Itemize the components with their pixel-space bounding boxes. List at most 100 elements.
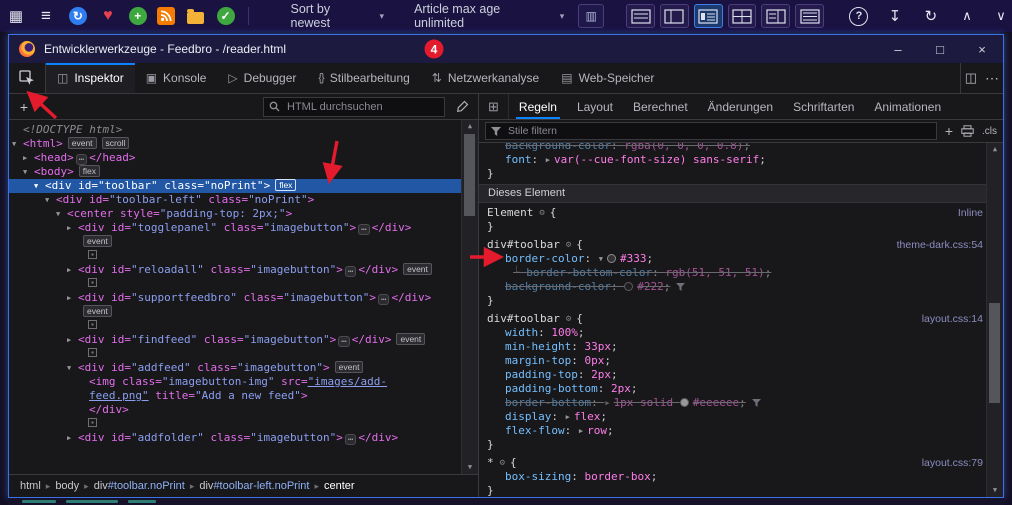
property-value[interactable]: 33px <box>584 340 611 353</box>
expand-toggle-icon[interactable]: ▼ <box>45 193 56 207</box>
property-name[interactable]: border-bottom-color <box>526 266 652 279</box>
node-marker-icon[interactable] <box>88 250 97 259</box>
view-layout-5-button[interactable] <box>761 4 790 28</box>
property-name[interactable]: font <box>505 153 532 166</box>
markup-scrollbar[interactable]: ▲ ▼ <box>461 120 478 474</box>
markup-badge[interactable]: event <box>68 137 97 149</box>
mark-all-read-button[interactable]: ✓ <box>217 7 235 25</box>
stylesheet-source-link[interactable]: Inline <box>958 206 983 220</box>
view-layout-4-button[interactable] <box>728 4 757 28</box>
property-name[interactable]: margin-top <box>505 354 571 367</box>
markup-row[interactable]: ▼<div id="addfeed" class="imagebutton">e… <box>9 361 462 375</box>
inline-ellipsis[interactable]: … <box>76 154 87 165</box>
tab-regeln[interactable]: Regeln <box>509 94 567 119</box>
breadcrumb-item-body[interactable]: body <box>51 480 83 492</box>
expand-toggle-icon[interactable]: ▼ <box>56 207 67 221</box>
scroll-to-bottom-button[interactable]: ↧ <box>884 5 906 27</box>
rule-selector[interactable]: div#toolbar <box>487 312 560 326</box>
computed-expander-icon[interactable]: ▶ <box>546 153 550 167</box>
selector-highlighter-icon[interactable]: ⚙ <box>539 206 544 220</box>
stylesheet-source-link[interactable]: theme-dark.css:54 <box>897 238 983 252</box>
reload-feeds-button[interactable]: ↻ <box>69 7 87 25</box>
property-value[interactable]: 0px <box>584 354 604 367</box>
breadcrumb-item-center[interactable]: center <box>320 480 359 492</box>
scroll-down-arrow[interactable]: ▼ <box>462 461 478 474</box>
css-property[interactable]: padding-top: 2px; <box>487 368 983 382</box>
tab-netzwerkanalyse[interactable]: ⇅Netzwerkanalyse <box>421 63 550 93</box>
expand-toggle-icon[interactable]: ▼ <box>23 165 34 179</box>
node-marker-icon[interactable] <box>88 348 97 357</box>
tab-web-speicher[interactable]: ▤Web-Speicher <box>550 63 665 93</box>
class-toggle-button[interactable]: .cls <box>982 126 997 137</box>
markup-badge[interactable]: flex <box>79 165 100 177</box>
property-name[interactable]: box-sizing <box>505 470 571 483</box>
property-name[interactable]: border-color <box>505 252 584 265</box>
inline-ellipsis[interactable]: … <box>378 294 389 305</box>
style-filter-box[interactable] <box>485 122 937 140</box>
inline-ellipsis[interactable]: … <box>338 336 349 347</box>
css-property[interactable]: border-color: ▼#333; <box>487 252 983 266</box>
scroll-up-arrow[interactable]: ▲ <box>462 120 478 133</box>
property-name[interactable]: padding-bottom <box>505 382 598 395</box>
property-value[interactable]: #222 <box>637 280 664 293</box>
selector-highlighter-icon[interactable]: ⚙ <box>500 456 505 470</box>
overridden-filter-icon[interactable] <box>676 283 685 291</box>
view-layout-2-button[interactable] <box>660 4 689 28</box>
markup-row[interactable]: </div> <box>9 403 462 417</box>
markup-row[interactable]: <!DOCTYPE html> <box>9 123 462 137</box>
expand-toggle-icon[interactable]: ▶ <box>67 431 78 445</box>
split-console-icon[interactable]: ◫ <box>965 70 977 86</box>
markup-row[interactable] <box>9 319 462 333</box>
tab-layout[interactable]: Layout <box>567 94 623 119</box>
markup-row[interactable]: ▼<body>flex <box>9 165 462 179</box>
view-layout-6-button[interactable] <box>795 4 824 28</box>
markup-row[interactable]: ▼<div id="toolbar-left" class="noPrint"> <box>9 193 462 207</box>
add-feed-button[interactable]: + <box>129 7 147 25</box>
stylesheet-source-link[interactable]: layout.css:14 <box>922 312 983 326</box>
expand-toggle-icon[interactable]: ▶ <box>67 291 78 305</box>
rule-selector[interactable]: div#toolbar <box>487 238 560 252</box>
node-marker-icon[interactable] <box>88 278 97 287</box>
markup-row[interactable]: event <box>9 235 462 249</box>
tab-berechnet[interactable]: Berechnet <box>623 94 698 119</box>
view-settings-button[interactable]: ▥ <box>578 4 604 28</box>
css-property[interactable]: padding-bottom: 2px; <box>487 382 983 396</box>
tab-stilbearbeitung[interactable]: {}Stilbearbeitung <box>307 63 420 93</box>
markup-badge[interactable]: scroll <box>102 137 130 149</box>
computed-expander-icon[interactable]: ▶ <box>605 396 609 410</box>
pick-element-button[interactable] <box>9 63 46 93</box>
color-swatch[interactable] <box>624 282 633 291</box>
css-property[interactable]: background-color: #222; <box>487 280 983 294</box>
property-value[interactable]: flex <box>574 410 601 423</box>
html-search-input[interactable] <box>285 100 439 114</box>
inline-ellipsis[interactable]: … <box>345 434 356 445</box>
view-layout-1-button[interactable] <box>626 4 655 28</box>
html-search-box[interactable] <box>263 97 445 117</box>
markup-row[interactable] <box>9 277 462 291</box>
eyedropper-button[interactable] <box>451 100 473 113</box>
help-button[interactable]: ? <box>848 5 870 27</box>
rules-scrollbar[interactable]: ▲ ▼ <box>986 143 1003 497</box>
markup-row[interactable] <box>9 249 462 263</box>
inline-ellipsis[interactable]: … <box>358 224 369 235</box>
color-swatch[interactable] <box>680 398 689 407</box>
markup-row[interactable]: ▶<div id="reloadall" class="imagebutton"… <box>9 263 462 277</box>
property-name[interactable]: background-color <box>505 143 611 152</box>
markup-view[interactable]: <!DOCTYPE html>▼<html>eventscroll▶<head>… <box>9 120 478 474</box>
markup-badge[interactable]: event <box>396 333 425 345</box>
three-pane-toggle-icon[interactable]: ⊞ <box>479 94 509 119</box>
maximize-button[interactable]: □ <box>919 35 961 63</box>
property-name[interactable]: width <box>505 326 538 339</box>
markup-row[interactable]: event <box>9 305 462 319</box>
markup-badge[interactable]: flex <box>275 179 296 191</box>
markup-row[interactable]: <img class="imagebutton-img" src="images… <box>9 375 462 389</box>
css-property[interactable]: box-sizing: border-box; <box>487 470 983 484</box>
breadcrumb-item-toolbar[interactable]: div#toolbar.noPrint <box>90 480 189 492</box>
inline-ellipsis[interactable]: … <box>345 266 356 277</box>
minimize-button[interactable]: – <box>877 35 919 63</box>
property-value[interactable]: #eeeeee <box>693 396 739 409</box>
css-property[interactable]: min-height: 33px; <box>487 340 983 354</box>
refresh-button[interactable]: ↻ <box>920 5 942 27</box>
print-simulation-button[interactable] <box>961 125 974 137</box>
markup-badge[interactable]: event <box>335 361 364 373</box>
